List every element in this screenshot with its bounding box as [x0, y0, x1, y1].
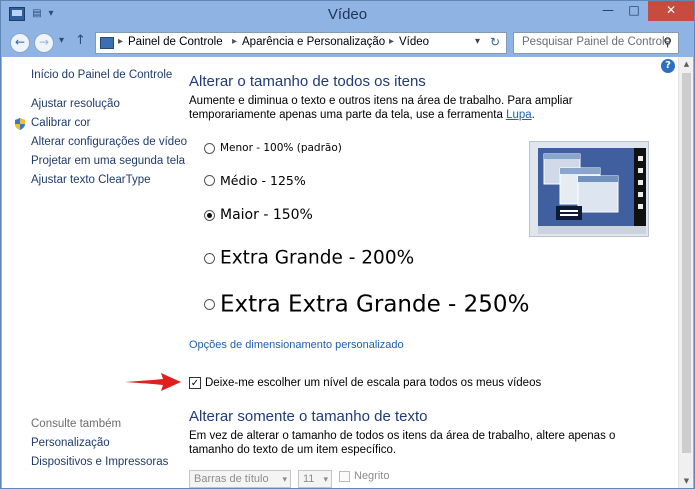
control-panel-icon: [100, 37, 114, 49]
section-description-text-only: Em vez de alterar o tamanho de todos os …: [189, 430, 616, 456]
option-extra-extra-large-label: Extra Extra Grande - 250%: [220, 291, 530, 318]
sidebar-home-link[interactable]: Início do Painel de Controle: [31, 69, 172, 81]
chevron-down-icon: ▾: [282, 474, 287, 484]
magnifier-link[interactable]: Lupa: [506, 109, 532, 121]
radio-smaller[interactable]: [204, 142, 215, 154]
content-pane: Início do Painel de Controle Ajustar res…: [2, 57, 693, 488]
scaling-choice-label: Deixe-me escolher um nível de escala par…: [205, 377, 542, 390]
custom-scaling-link[interactable]: Opções de dimensionamento personalizado: [189, 339, 404, 351]
maximize-button[interactable]: □: [621, 1, 647, 21]
scroll-thumb[interactable]: [682, 73, 691, 453]
red-arrow-icon: [125, 373, 181, 391]
title-bar[interactable]: ▤ ▾ Vídeo — □ ✕: [1, 1, 694, 29]
recent-locations-icon[interactable]: ▾: [59, 35, 64, 46]
help-icon[interactable]: ?: [661, 59, 675, 73]
breadcrumb-separator-icon[interactable]: ▸: [389, 36, 394, 47]
address-dropdown-icon[interactable]: ▾: [475, 36, 480, 47]
breadcrumb[interactable]: ▸ Painel de Controle ▸ Aparência e Perso…: [95, 32, 507, 54]
search-input[interactable]: Pesquisar Painel de Controle ⚲: [513, 32, 679, 54]
breadcrumb-separator-icon[interactable]: ▸: [232, 36, 237, 47]
sidebar-item-project[interactable]: Projetar em uma segunda tela: [31, 155, 185, 167]
bold-checkbox-row[interactable]: Negrito: [339, 470, 389, 482]
section-heading-text-only: Alterar somente o tamanho de texto: [189, 408, 428, 425]
size-select-value: 11: [303, 473, 315, 485]
option-larger[interactable]: Maior - 150%: [204, 207, 313, 223]
uac-shield-icon: [15, 118, 25, 130]
preview-graphic: [538, 148, 646, 234]
back-arrow-icon: ←: [14, 35, 26, 49]
sidebar-item-resolution[interactable]: Ajustar resolução: [31, 98, 120, 110]
address-bar: ← → ▾ ↑ ▸ Painel de Controle ▸ Aparência…: [1, 29, 694, 57]
section-heading-all-items: Alterar o tamanho de todos os itens: [189, 73, 426, 90]
sidebar-item-cleartype[interactable]: Ajustar texto ClearType: [31, 174, 151, 186]
minimize-button[interactable]: —: [595, 1, 621, 21]
size-select[interactable]: 11 ▾: [298, 470, 332, 488]
search-placeholder: Pesquisar Painel de Controle: [522, 36, 671, 48]
option-medium-label: Médio - 125%: [220, 173, 306, 188]
chevron-down-icon: ▾: [323, 474, 328, 484]
see-also-personalization[interactable]: Personalização: [31, 437, 110, 449]
breadcrumb-appearance[interactable]: Aparência e Personalização: [242, 36, 385, 48]
window-title: Vídeo: [327, 6, 368, 23]
refresh-icon[interactable]: ↻: [490, 35, 500, 49]
bold-checkbox[interactable]: [339, 470, 350, 482]
description-end: .: [531, 109, 535, 121]
scaling-choice-checkbox[interactable]: ✓: [189, 377, 201, 389]
option-smaller[interactable]: Menor - 100% (padrão): [204, 142, 342, 154]
see-also-devices[interactable]: Dispositivos e Impressoras: [31, 456, 168, 468]
radio-extra-large[interactable]: [204, 252, 215, 264]
bold-label: Negrito: [354, 470, 390, 482]
radio-extra-extra-large[interactable]: [204, 299, 215, 310]
breadcrumb-separator-icon[interactable]: ▸: [118, 36, 123, 47]
radio-medium[interactable]: [204, 175, 215, 186]
radio-larger[interactable]: [204, 209, 215, 221]
see-also-label: Consulte também: [31, 418, 122, 430]
scaling-choice-checkbox-row[interactable]: ✓ Deixe-me escolher um nível de escala pa…: [189, 377, 541, 389]
item-select[interactable]: Barras de título ▾: [189, 470, 291, 488]
option-extra-extra-large[interactable]: Extra Extra Grande - 250%: [204, 291, 529, 318]
section-description-all-items: Aumente e diminua o texto e outros itens…: [189, 94, 659, 122]
option-medium[interactable]: Médio - 125%: [204, 172, 306, 188]
back-button[interactable]: ←: [10, 33, 30, 53]
option-extra-large[interactable]: Extra Grande - 200%: [204, 247, 414, 269]
breadcrumb-control-panel[interactable]: Painel de Controle: [128, 36, 223, 48]
scroll-down-icon[interactable]: ▼: [679, 474, 694, 488]
close-button[interactable]: ✕: [648, 1, 694, 21]
scaling-preview-image: [529, 141, 649, 237]
option-extra-large-label: Extra Grande - 200%: [220, 247, 415, 269]
sidebar-item-calibrate[interactable]: Calibrar cor: [31, 117, 90, 129]
option-larger-label: Maior - 150%: [220, 207, 313, 223]
vertical-scrollbar[interactable]: ▲ ▼: [678, 57, 693, 488]
scroll-up-icon[interactable]: ▲: [679, 57, 694, 71]
item-select-value: Barras de título: [194, 473, 269, 485]
up-button[interactable]: ↑: [75, 33, 86, 48]
breadcrumb-display[interactable]: Vídeo: [399, 36, 429, 48]
search-icon[interactable]: ⚲: [663, 35, 672, 49]
option-smaller-label: Menor - 100% (padrão): [220, 142, 342, 154]
forward-arrow-icon: →: [38, 35, 50, 49]
forward-button[interactable]: →: [34, 33, 54, 53]
window: ▤ ▾ Vídeo — □ ✕ ← → ▾ ↑ ▸ Painel de Cont…: [0, 0, 695, 489]
sidebar-item-display-settings[interactable]: Alterar configurações de vídeo: [31, 136, 187, 148]
